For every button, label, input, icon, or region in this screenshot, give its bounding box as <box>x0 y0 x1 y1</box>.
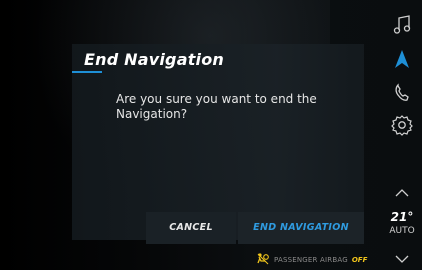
temperature-up-icon[interactable] <box>388 180 416 206</box>
end-navigation-button[interactable]: END NAVIGATION <box>238 212 364 244</box>
cancel-button[interactable]: CANCEL <box>146 212 236 244</box>
airbag-icon <box>256 251 270 270</box>
dialog-message: Are you sure you want to end the Navigat… <box>116 92 317 121</box>
passenger-airbag-status: PASSENGER AIRBAG OFF <box>256 252 367 268</box>
phone-icon[interactable] <box>388 80 416 106</box>
title-accent-bar <box>72 71 102 73</box>
navigation-icon[interactable] <box>388 46 416 72</box>
temperature-down-icon[interactable] <box>388 246 416 270</box>
music-icon[interactable] <box>388 12 416 38</box>
airbag-state: OFF <box>351 256 368 264</box>
dialog-footer: CANCEL END NAVIGATION <box>146 212 364 244</box>
end-navigation-dialog <box>72 44 364 240</box>
dialog-title: End Navigation <box>84 50 225 69</box>
cabin-temperature: 21° <box>390 210 414 224</box>
settings-icon[interactable] <box>388 112 416 138</box>
airbag-label: PASSENGER AIRBAG <box>274 256 348 264</box>
infotainment-screen: End Navigation Are you sure you want to … <box>0 0 422 270</box>
right-rail: 21° AUTO <box>382 0 422 270</box>
climate-mode: AUTO <box>389 226 415 236</box>
